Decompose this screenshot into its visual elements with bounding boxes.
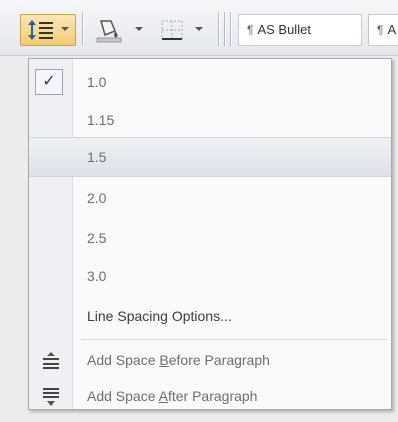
menu-item-label: Add Space Before Paragraph (87, 352, 270, 368)
line-spacing-button[interactable] (20, 14, 76, 46)
paragraph-mark-icon: ¶ (247, 23, 254, 37)
toolbar-divider (218, 12, 219, 46)
chevron-down-icon[interactable] (61, 27, 69, 31)
space-before-icon (41, 351, 61, 376)
menu-item-add-space-after[interactable]: Add Space After Paragraph (29, 377, 391, 417)
style-next[interactable]: ¶ A (368, 14, 398, 46)
chevron-down-icon[interactable] (135, 27, 143, 31)
style-label: AS Bullet (257, 22, 311, 37)
menu-divider (81, 339, 387, 340)
style-as-bullet[interactable]: ¶ AS Bullet (238, 14, 362, 46)
toolbar-divider (82, 12, 83, 46)
menu-item-spacing-1-15[interactable]: 1.15 (29, 101, 391, 141)
menu-item-label: Add Space After Paragraph (87, 388, 258, 404)
menu-item-label: Line Spacing Options... (87, 308, 232, 324)
menu-item-add-space-before[interactable]: Add Space Before Paragraph (29, 341, 391, 381)
ribbon-toolbar: ¶ AS Bullet ¶ A (0, 0, 398, 56)
menu-item-spacing-2-5[interactable]: 2.5 (29, 219, 391, 259)
menu-item-label: 1.15 (87, 112, 115, 128)
menu-item-label: 1.5 (87, 149, 107, 165)
space-after-icon (41, 387, 61, 412)
menu-item-line-spacing-options[interactable]: Line Spacing Options... (29, 297, 391, 337)
chevron-down-icon[interactable] (195, 27, 203, 31)
toolbar-divider (224, 12, 225, 46)
menu-item-spacing-2-0[interactable]: 2.0 (29, 179, 391, 219)
menu-item-spacing-1-5[interactable]: 1.5 (29, 137, 391, 177)
menu-item-label: 1.0 (87, 74, 107, 90)
paragraph-mark-icon: ¶ (377, 23, 384, 37)
borders-button[interactable] (154, 14, 210, 46)
line-spacing-menu: ✓ 1.0 1.15 1.5 2.0 2.5 3.0 Line Spacing … (28, 58, 392, 410)
style-label: A (387, 22, 397, 37)
menu-item-spacing-3-0[interactable]: 3.0 (29, 257, 391, 297)
shading-button[interactable] (90, 14, 148, 46)
checkmark-icon: ✓ (35, 69, 63, 95)
menu-item-label: 2.0 (87, 190, 107, 206)
menu-item-label: 3.0 (87, 268, 107, 284)
toolbar-divider (230, 12, 231, 46)
menu-item-spacing-1-0[interactable]: ✓ 1.0 (29, 63, 391, 103)
menu-item-label: 2.5 (87, 230, 107, 246)
